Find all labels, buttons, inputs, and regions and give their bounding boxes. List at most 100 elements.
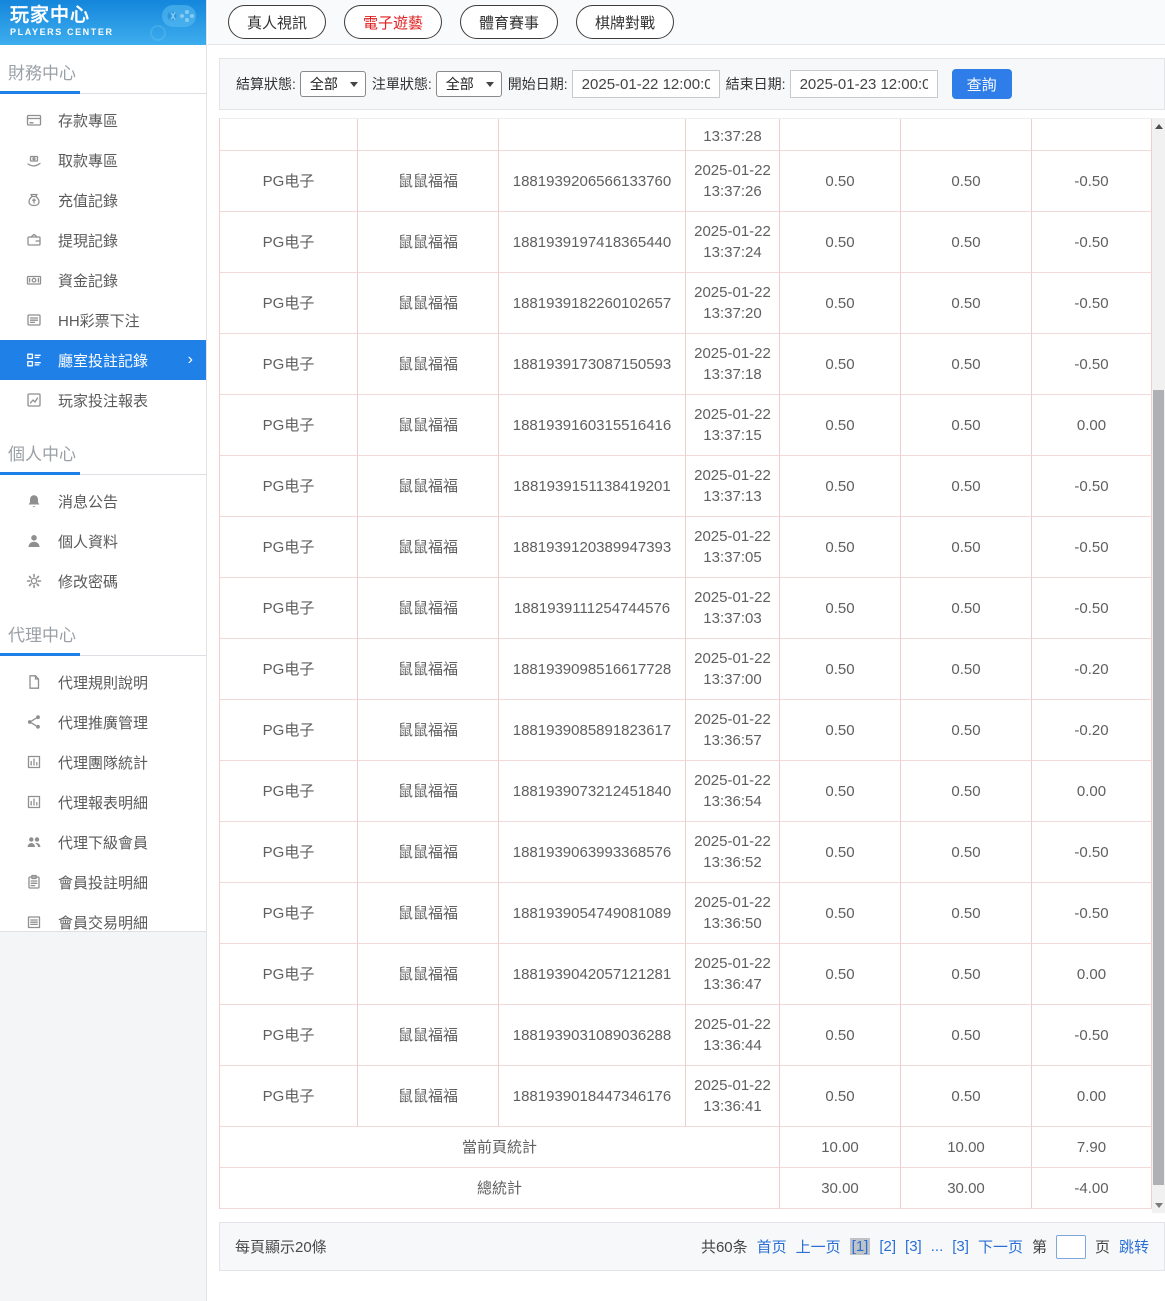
cell-order-id: 1881939018447346176	[499, 1066, 686, 1127]
sidebar-item-share[interactable]: 代理推廣管理 ›	[0, 702, 206, 742]
cell-valid-bet: 0.50	[901, 151, 1032, 212]
pagination-link[interactable]: ...	[931, 1238, 944, 1255]
pagination-link[interactable]: [3]	[952, 1238, 969, 1255]
cell-date-line: 2025-01-22	[694, 528, 771, 545]
table-row: PG电子 鼠鼠福福 1881939018447346176 2025-01-22…	[220, 1066, 1152, 1127]
sidebar-item-bank-card[interactable]: 存款專區 ›	[0, 100, 206, 140]
cell-time: 2025-01-22 13:36:54	[686, 761, 780, 822]
scroll-down-arrow[interactable]	[1152, 1198, 1165, 1212]
sidebar-menu: 消息公告 › 個人資料 › 修改密碼 ›	[0, 475, 206, 607]
pagination-link[interactable]: [3]	[905, 1238, 922, 1255]
cell-valid-bet: 0.50	[901, 578, 1032, 639]
sidebar-item-money-bag[interactable]: 充值記錄 ›	[0, 180, 206, 220]
cell-bet-amount: 0.50	[780, 639, 901, 700]
jump-button[interactable]: 跳转	[1119, 1236, 1149, 1257]
scrollbar-thumb[interactable]	[1153, 390, 1164, 1185]
cell-bet-amount: 0.50	[780, 395, 901, 456]
table-row: PG电子 鼠鼠福福 1881939085891823617 2025-01-22…	[220, 700, 1152, 761]
cash-hand-icon	[26, 152, 42, 168]
pagination-link[interactable]: [2]	[879, 1238, 896, 1255]
settle-status-select[interactable]: 全部	[299, 71, 366, 97]
cell-date-line: 2025-01-22	[694, 1077, 771, 1094]
cell-order-id: 1881939073212451840	[499, 761, 686, 822]
cell-time: 2025-01-22 13:37:05	[686, 517, 780, 578]
cell-win-loss: -0.50	[1032, 578, 1152, 639]
sidebar-item-cash-hand[interactable]: 取款專區 ›	[0, 140, 206, 180]
cell-date-line: 2025-01-22	[694, 223, 771, 240]
pagination-link[interactable]: 上一页	[796, 1236, 841, 1257]
pagination-current-page[interactable]: [1]	[849, 1238, 871, 1255]
sidebar-item-label: 充值記錄	[58, 192, 119, 210]
sidebar-item-bell[interactable]: 消息公告 ›	[0, 481, 206, 521]
cell-order-id: 1881939098516617728	[499, 639, 686, 700]
sidebar-item-ticket-list[interactable]: HH彩票下注 ›	[0, 300, 206, 340]
sidebar-item-clipboard[interactable]: 會員投註明細 ›	[0, 862, 206, 902]
triangle-up-icon	[1154, 123, 1163, 129]
sidebar-item-user[interactable]: 個人資料 ›	[0, 521, 206, 561]
order-status-select[interactable]: 全部	[435, 71, 502, 97]
sidebar-item-report-chart[interactable]: 玩家投注報表 ›	[0, 380, 206, 420]
cell-member: 鼠鼠福福	[358, 700, 499, 761]
cell-win-loss: -0.50	[1032, 883, 1152, 944]
tab-4[interactable]: 棋牌對戰	[576, 5, 675, 39]
start-date-input[interactable]	[571, 70, 720, 98]
sidebar-section: 個人中心 消息公告 › 個人資料 › 修改密碼 ›	[0, 440, 206, 607]
cell-member: 鼠鼠福福	[358, 517, 499, 578]
cell-win-loss: -0.50	[1032, 517, 1152, 578]
jump-suffix-label: 页	[1094, 1239, 1110, 1256]
cell-time: 2025-01-22 13:36:57	[686, 700, 780, 761]
sidebar-item-gear[interactable]: 修改密碼 ›	[0, 561, 206, 601]
cell-member	[358, 119, 499, 151]
cell-date-line: 2025-01-22	[694, 284, 771, 301]
cell-order-id: 1881939031089036288	[499, 1005, 686, 1066]
end-date-input[interactable]	[789, 70, 938, 98]
pagination-link[interactable]: 首页	[757, 1236, 787, 1257]
cell-win-loss: 0.00	[1032, 1066, 1152, 1127]
sidebar-item-banknote[interactable]: 資金記錄 ›	[0, 260, 206, 300]
scroll-up-arrow[interactable]	[1152, 119, 1165, 133]
sidebar-item-users[interactable]: 代理下級會員 ›	[0, 822, 206, 862]
cell-valid-bet: 0.50	[901, 883, 1032, 944]
summary-row-total: 總統計 30.00 30.00 -4.00	[220, 1168, 1152, 1209]
tab-3[interactable]: 體育賽事	[460, 5, 559, 39]
cell-order-id: 1881939120389947393	[499, 517, 686, 578]
tab-1[interactable]: 真人視訊	[228, 5, 327, 39]
cell-win-loss: 0.00	[1032, 761, 1152, 822]
cell-member: 鼠鼠福福	[358, 273, 499, 334]
sidebar-item-chart-doc[interactable]: 代理團隊統計 ›	[0, 742, 206, 782]
summary-row-page: 當前頁統計 10.00 10.00 7.90	[220, 1127, 1152, 1168]
cell-order-id: 1881939182260102657	[499, 273, 686, 334]
sidebar-menu: 代理規則說明 › 代理推廣管理 › 代理團隊統計 › 代理報表明細 › 代理下級…	[0, 656, 206, 948]
cell-member: 鼠鼠福福	[358, 212, 499, 273]
cell-order-id: 1881939054749081089	[499, 883, 686, 944]
sidebar-item-chart-doc[interactable]: 代理報表明細 ›	[0, 782, 206, 822]
cell-time: 2025-01-22 13:37:18	[686, 334, 780, 395]
settle-status-label: 結算狀態:	[236, 76, 296, 92]
ticket-list-icon	[26, 312, 42, 328]
sidebar-item-wallet[interactable]: 提現記錄 ›	[0, 220, 206, 260]
gear-icon	[26, 573, 42, 589]
page-size-text: 每頁顯示20條	[235, 1239, 327, 1256]
table-row: PG电子 鼠鼠福福 1881939098516617728 2025-01-22…	[220, 639, 1152, 700]
sidebar: 玩家中心 PLAYERS CENTER 財務中心 存款專區 › 取款專區 › 充…	[0, 0, 207, 932]
sidebar-item-label: 取款專區	[58, 152, 119, 170]
jump-page-input[interactable]	[1055, 1234, 1086, 1259]
cell-member: 鼠鼠福福	[358, 151, 499, 212]
filter-bar: 結算狀態: 全部 注單狀態: 全部 開始日期: 結束日期: 查詢	[219, 58, 1165, 110]
summary-payout: -4.00	[1032, 1168, 1152, 1209]
vertical-scrollbar[interactable]	[1152, 118, 1165, 1213]
cell-bet-amount: 0.50	[780, 822, 901, 883]
cell-time-line: 13:37:26	[703, 183, 762, 200]
cell-order-id: 1881939063993368576	[499, 822, 686, 883]
pagination-link[interactable]: 下一页	[978, 1236, 1023, 1257]
cell-member: 鼠鼠福福	[358, 334, 499, 395]
sidebar-item-room-grid[interactable]: 廳室投註記錄 ›	[0, 340, 206, 380]
tab-2-active[interactable]: 電子遊藝	[344, 5, 443, 39]
search-button[interactable]: 查詢	[951, 69, 1012, 99]
triangle-down-icon	[1154, 1202, 1163, 1208]
summary-bet: 10.00	[780, 1127, 901, 1168]
cell-member: 鼠鼠福福	[358, 944, 499, 1005]
cell-date-line: 2025-01-22	[694, 894, 771, 911]
sidebar-item-document[interactable]: 代理規則說明 ›	[0, 662, 206, 702]
cell-member: 鼠鼠福福	[358, 1005, 499, 1066]
